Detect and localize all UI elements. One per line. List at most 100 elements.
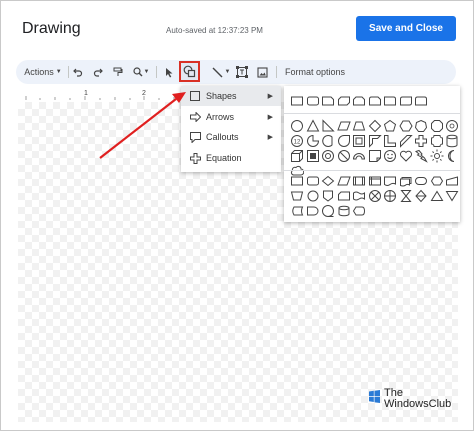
shape-l-shape-icon[interactable] [383, 134, 397, 148]
flowchart-stored-data-icon[interactable] [290, 204, 304, 218]
shape-no-symbol-icon[interactable] [337, 149, 351, 163]
menu-item-arrows[interactable]: Arrows ▶ [181, 107, 281, 127]
image-icon[interactable] [254, 60, 270, 84]
shape-snip-corner-icon[interactable] [321, 94, 335, 108]
shape-moon-icon[interactable] [445, 149, 459, 163]
flowchart-terminator-icon[interactable] [414, 174, 428, 188]
menu-item-label: Equation [206, 153, 242, 163]
shape-round-same-icon[interactable] [414, 94, 428, 108]
flowchart-or-icon[interactable] [383, 189, 397, 203]
shape-chord-icon[interactable] [321, 134, 335, 148]
svg-text:12: 12 [294, 140, 301, 146]
shape-snip-round-icon[interactable] [368, 94, 382, 108]
flowchart-preparation-icon[interactable] [430, 174, 444, 188]
shape-heptagon-icon[interactable] [414, 119, 428, 133]
actions-label: Actions [24, 67, 54, 77]
shape-plaque-icon[interactable] [430, 134, 444, 148]
shape-cross-icon[interactable] [414, 134, 428, 148]
redo-icon[interactable] [90, 60, 106, 84]
flowchart-document-icon[interactable] [383, 174, 397, 188]
flowchart-summing-junction-icon[interactable] [368, 189, 382, 203]
flowchart-manual-operation-icon[interactable] [290, 189, 304, 203]
actions-menu-button[interactable]: Actions ▼ [22, 60, 64, 84]
shape-frame-icon[interactable] [352, 134, 366, 148]
ruler-mark: 2 [142, 90, 146, 97]
insert-shape-menu: Shapes ▶ Arrows ▶ Callouts ▶ Equation [181, 86, 281, 172]
flowchart-display-icon[interactable] [352, 204, 366, 218]
shape-dodecagon-icon[interactable]: 12 [290, 134, 304, 148]
flowchart-punched-tape-icon[interactable] [352, 189, 366, 203]
shape-decagon-icon[interactable] [445, 119, 459, 133]
line-icon[interactable]: ▼ [204, 60, 238, 84]
flowchart-sequential-storage-icon[interactable] [321, 204, 335, 218]
shape-can-icon[interactable] [445, 134, 459, 148]
flowchart-merge-icon[interactable] [445, 189, 459, 203]
shape-half-frame-icon[interactable] [368, 134, 382, 148]
shape-triangle-icon[interactable] [306, 119, 320, 133]
shape-octagon-icon[interactable] [430, 119, 444, 133]
shape-sun-icon[interactable] [430, 149, 444, 163]
plus-icon [189, 152, 201, 164]
save-and-close-button[interactable]: Save and Close [356, 16, 456, 41]
text-box-icon[interactable] [234, 60, 250, 84]
shape-diamond-icon[interactable] [368, 119, 382, 133]
shape-right-triangle-icon[interactable] [321, 119, 335, 133]
flowchart-manual-input-icon[interactable] [445, 174, 459, 188]
toolbar-divider [68, 66, 69, 78]
shape-rounded-rectangle-icon[interactable] [306, 94, 320, 108]
line-dropdown-arrow-icon: ▼ [224, 69, 231, 75]
shape-smiley-icon[interactable] [383, 149, 397, 163]
menu-item-equation[interactable]: Equation [181, 148, 281, 168]
shape-diagonal-stripe-icon[interactable] [399, 134, 413, 148]
shape-snip-diagonal-icon[interactable] [337, 94, 351, 108]
submenu-arrow-icon: ▶ [267, 134, 273, 141]
undo-icon[interactable] [70, 60, 86, 84]
shape-hexagon-icon[interactable] [398, 119, 413, 133]
shape-round-diagonal-icon[interactable] [399, 94, 413, 108]
flowchart-delay-icon[interactable] [306, 204, 320, 218]
shape-round-corner-icon[interactable] [383, 94, 397, 108]
flowchart-decision-icon[interactable] [321, 174, 335, 188]
flowchart-process-icon[interactable] [290, 174, 304, 188]
shape-pentagon-icon[interactable] [383, 119, 397, 133]
submenu-arrow-icon: ▶ [267, 114, 273, 121]
submenu-divider [284, 170, 460, 171]
flowchart-alternate-process-icon[interactable] [306, 174, 320, 188]
menu-item-shapes[interactable]: Shapes ▶ [181, 86, 281, 106]
shape-cube-icon[interactable] [290, 149, 304, 163]
flowchart-offpage-connector-icon[interactable] [321, 189, 335, 203]
watermark-line: WindowsClub [384, 398, 452, 410]
flowchart-sort-icon[interactable] [414, 189, 428, 203]
shape-bevel-icon[interactable] [306, 149, 320, 163]
flowchart-data-icon[interactable] [336, 174, 351, 188]
shape-teardrop-icon[interactable] [337, 134, 351, 148]
zoom-dropdown-arrow-icon: ▼ [143, 69, 150, 75]
flowchart-multidocument-icon[interactable] [399, 174, 413, 188]
select-icon[interactable] [162, 60, 176, 84]
shapes-button[interactable] [179, 61, 200, 82]
windowsclub-logo-icon [369, 390, 380, 403]
shape-parallelogram-icon[interactable] [336, 119, 351, 133]
shape-trapezoid-icon[interactable] [352, 119, 366, 133]
flowchart-predefined-process-icon[interactable] [352, 174, 366, 188]
shape-donut-icon[interactable] [321, 149, 335, 163]
shape-heart-icon[interactable] [399, 149, 413, 163]
paint-format-icon[interactable] [110, 60, 126, 84]
menu-item-callouts[interactable]: Callouts ▶ [181, 127, 281, 147]
zoom-icon[interactable]: ▼ [130, 60, 152, 84]
shape-oval-icon[interactable] [290, 119, 304, 133]
shape-block-arc-icon[interactable] [352, 149, 366, 163]
shapes-submenu: 12 [284, 86, 460, 222]
flowchart-internal-storage-icon[interactable] [368, 174, 382, 188]
flowchart-collate-icon[interactable] [399, 189, 413, 203]
flowchart-magnetic-disk-icon[interactable] [337, 204, 351, 218]
format-options-button[interactable]: Format options [280, 60, 350, 84]
shape-pie-icon[interactable] [306, 134, 320, 148]
flowchart-card-icon[interactable] [337, 189, 351, 203]
shape-lightning-icon[interactable] [414, 149, 428, 163]
flowchart-extract-icon[interactable] [430, 189, 444, 203]
shape-folded-corner-icon[interactable] [368, 149, 382, 163]
shape-rectangle-icon[interactable] [290, 94, 304, 108]
flowchart-connector-icon[interactable] [306, 189, 320, 203]
shape-snip-same-icon[interactable] [352, 94, 366, 108]
